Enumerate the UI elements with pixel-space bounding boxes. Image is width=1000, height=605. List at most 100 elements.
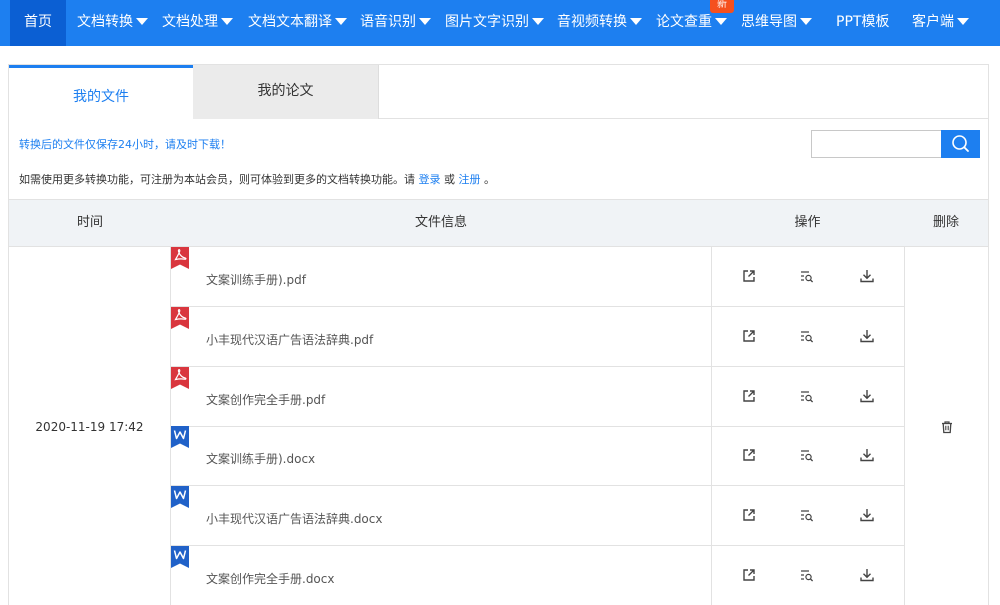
search-input[interactable] xyxy=(811,130,941,158)
download-button[interactable] xyxy=(859,388,875,404)
nav-label: 思维导图 xyxy=(741,14,797,30)
file-actions xyxy=(711,486,904,546)
table-row: 文案训练手册).docx xyxy=(171,426,904,487)
file-actions xyxy=(711,546,904,605)
table-row: 小丰现代汉语广告语法辞典.pdf xyxy=(171,306,904,367)
download-button[interactable] xyxy=(859,447,875,463)
preview-button[interactable] xyxy=(799,567,815,583)
download-icon xyxy=(860,509,874,522)
table-header: 时间 文件信息 操作 删除 xyxy=(9,199,988,247)
open-file-button[interactable] xyxy=(741,507,757,523)
nav-doc-process[interactable]: 文档处理 xyxy=(162,0,233,46)
preview-icon xyxy=(801,570,814,582)
nav-av-convert[interactable]: 音视频转换 xyxy=(557,0,642,46)
nav-label: 文档转换 xyxy=(77,14,133,30)
register-link[interactable]: 注册 xyxy=(459,173,481,186)
preview-button[interactable] xyxy=(799,268,815,284)
file-name[interactable]: 小丰现代汉语广告语法辞典.docx xyxy=(206,510,382,527)
open-file-button[interactable] xyxy=(741,268,757,284)
download-button[interactable] xyxy=(859,507,875,523)
nav-ocr[interactable]: 图片文字识别 xyxy=(445,0,544,46)
nav-doc-translate[interactable]: 文档文本翻译 xyxy=(248,0,347,46)
tab-bar: 我的文件 我的论文 xyxy=(9,65,988,120)
table-row: 文案创作完全手册.pdf xyxy=(171,366,904,427)
download-button[interactable] xyxy=(859,567,875,583)
preview-icon xyxy=(801,271,814,283)
caret-down-icon xyxy=(715,18,727,25)
login-link[interactable]: 登录 xyxy=(419,173,441,186)
download-icon xyxy=(860,270,874,283)
caret-down-icon xyxy=(335,18,347,25)
caret-down-icon xyxy=(419,18,431,25)
header-delete: 删除 xyxy=(932,215,959,230)
pdf-file-icon xyxy=(171,247,189,269)
caret-down-icon xyxy=(957,18,969,25)
pdf-file-icon xyxy=(171,306,189,329)
register-notice-text: 如需使用更多转换功能，可注册为本站会员，则可体验到更多的文档转换功能。请 xyxy=(19,173,415,186)
search-button[interactable] xyxy=(941,130,980,158)
nav-client[interactable]: 客户端 xyxy=(912,0,969,46)
file-name[interactable]: 文案创作完全手册.pdf xyxy=(206,391,325,408)
caret-down-icon xyxy=(630,18,642,25)
download-button[interactable] xyxy=(859,328,875,344)
open-external-icon xyxy=(743,509,755,521)
files-panel: 我的文件 我的论文 转换后的文件仅保存24小时，请及时下载！ 如需使用更多转换功… xyxy=(8,64,989,605)
caret-down-icon xyxy=(532,18,544,25)
table-row: 文案创作完全手册.docx xyxy=(171,546,904,605)
file-name[interactable]: 小丰现代汉语广告语法辞典.pdf xyxy=(206,331,373,348)
caret-down-icon xyxy=(136,18,148,25)
preview-button[interactable] xyxy=(799,447,815,463)
header-file-info: 文件信息 xyxy=(414,215,467,230)
file-actions xyxy=(711,306,904,366)
nav-ppt-template[interactable]: PPT模板 xyxy=(836,0,889,46)
nav-doc-convert[interactable]: 文档转换 xyxy=(77,0,148,46)
open-external-icon xyxy=(743,270,755,282)
download-button[interactable] xyxy=(859,268,875,284)
delete-button[interactable] xyxy=(904,247,988,605)
header-actions: 操作 xyxy=(794,215,821,230)
tab-my-papers[interactable]: 我的论文 xyxy=(193,65,379,119)
download-icon xyxy=(860,449,874,462)
notice-suffix: 。 xyxy=(484,173,495,186)
nav-label: 文档文本翻译 xyxy=(248,14,332,30)
nav-label: 论文查重 xyxy=(656,14,712,30)
nav-label: 首页 xyxy=(24,14,52,30)
preview-button[interactable] xyxy=(799,507,815,523)
nav-home[interactable]: 首页 xyxy=(10,0,66,46)
open-file-button[interactable] xyxy=(741,447,757,463)
file-name[interactable]: 文案训练手册).pdf xyxy=(206,271,306,288)
open-file-button[interactable] xyxy=(741,328,757,344)
open-external-icon xyxy=(743,449,755,462)
new-badge: 新 xyxy=(710,0,734,13)
word-file-icon xyxy=(171,426,189,449)
tab-my-files[interactable]: 我的文件 xyxy=(9,65,193,120)
open-external-icon xyxy=(743,389,755,402)
pdf-file-icon xyxy=(171,366,189,389)
or-text: 或 xyxy=(444,173,455,186)
open-file-button[interactable] xyxy=(741,388,757,404)
file-actions xyxy=(711,366,904,426)
header-time: 时间 xyxy=(76,215,103,230)
download-icon xyxy=(860,329,874,342)
table-body: 2020-11-19 17:42 文案训练手册).pdf 小丰现代汉语广告语法辞典… xyxy=(9,247,988,605)
preview-icon xyxy=(801,331,814,343)
download-icon xyxy=(860,389,874,402)
trash-icon xyxy=(941,420,952,433)
time-cell: 2020-11-19 17:42 xyxy=(9,247,171,605)
file-name[interactable]: 文案训练手册).docx xyxy=(206,450,315,467)
open-external-icon xyxy=(743,569,755,581)
preview-button[interactable] xyxy=(799,388,815,404)
nav-speech-recognition[interactable]: 语音识别 xyxy=(360,0,431,46)
nav-mind-map[interactable]: 思维导图 xyxy=(741,0,812,46)
nav-label: PPT模板 xyxy=(836,14,890,30)
table-row: 文案训练手册).pdf xyxy=(171,247,904,307)
nav-label: 客户端 xyxy=(912,14,954,30)
file-actions xyxy=(711,247,904,306)
preview-icon xyxy=(801,510,814,522)
preview-icon xyxy=(801,450,814,462)
open-file-button[interactable] xyxy=(741,567,757,583)
top-nav: 首页 文档转换 文档处理 文档文本翻译 语音识别 图片文字识别 音视频转换 论文… xyxy=(0,0,1000,46)
word-file-icon xyxy=(171,486,189,509)
preview-button[interactable] xyxy=(799,328,815,344)
file-name[interactable]: 文案创作完全手册.docx xyxy=(206,570,334,587)
